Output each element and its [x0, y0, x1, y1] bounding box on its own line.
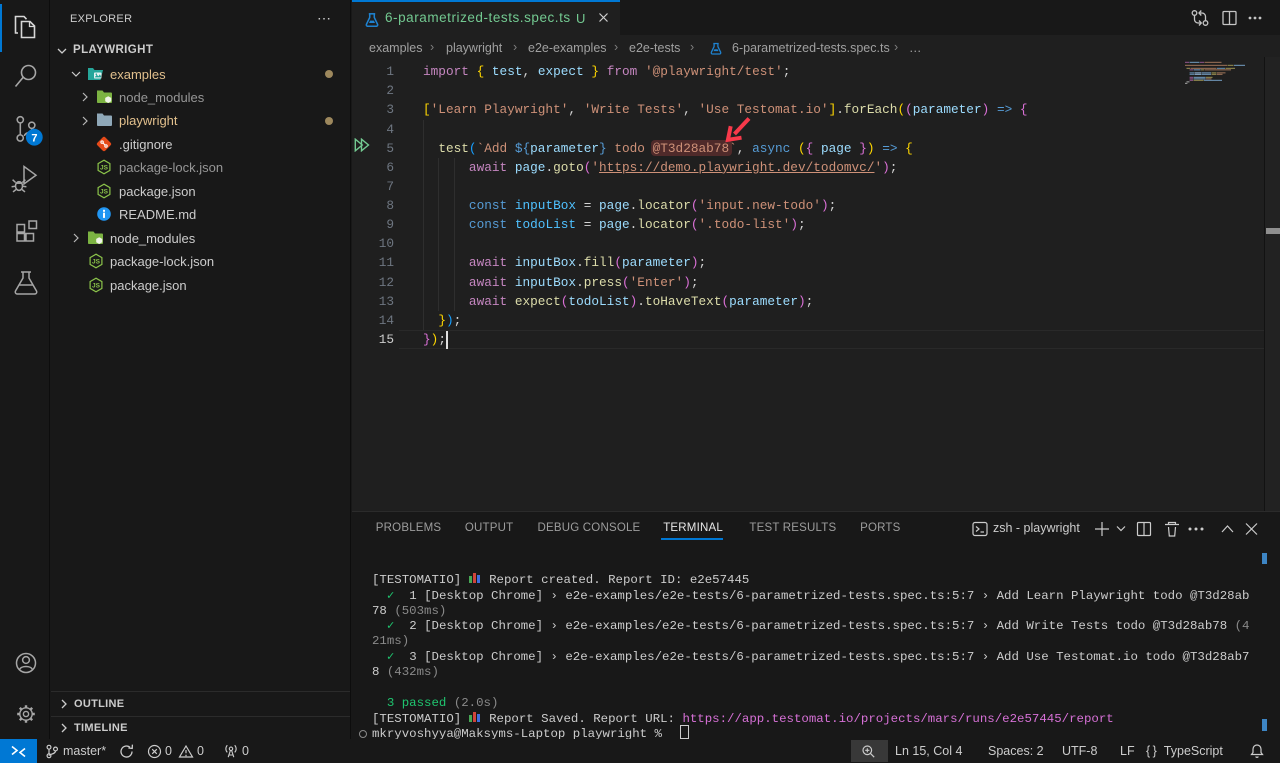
- svg-text:JS: JS: [100, 165, 109, 172]
- svg-text:JS: JS: [92, 259, 101, 266]
- svg-text:JS: JS: [92, 283, 101, 290]
- svg-text:7: 7: [31, 133, 37, 145]
- svg-text:JS: JS: [100, 189, 109, 196]
